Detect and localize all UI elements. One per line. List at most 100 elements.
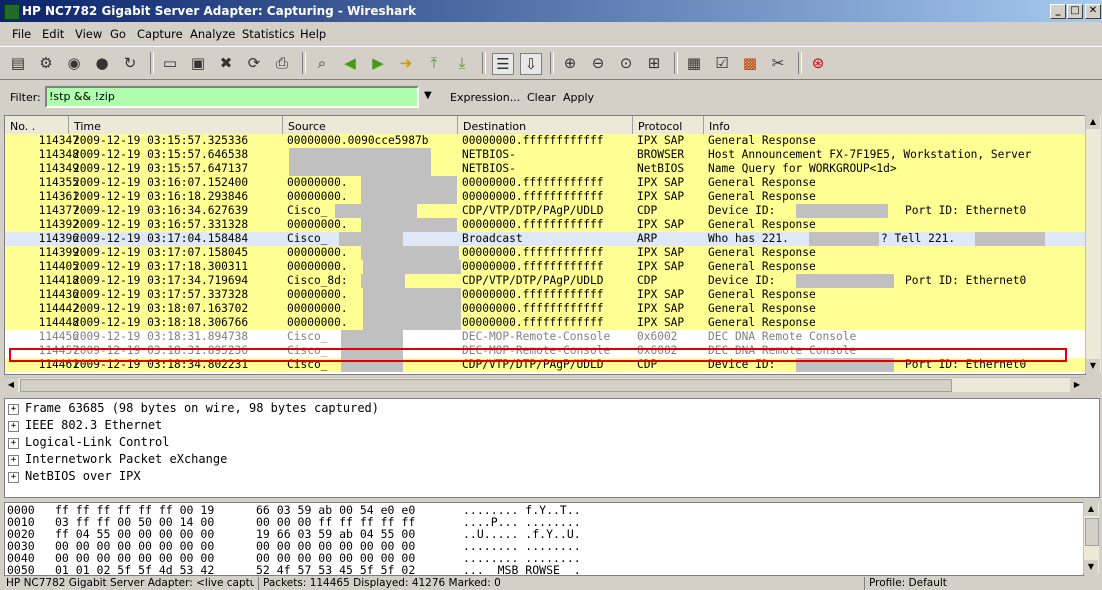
capture-options-icon[interactable]: ⚙ xyxy=(36,53,56,73)
scroll-down-icon[interactable]: ▼ xyxy=(1086,359,1100,373)
menu-go[interactable]: Go xyxy=(110,27,126,41)
restart-capture-icon[interactable]: ↻ xyxy=(120,53,140,73)
go-first-icon[interactable]: ⤒ xyxy=(424,53,444,73)
cell-no: 114418 xyxy=(38,274,79,287)
table-row[interactable]: 114377 2009-12-19 03:16:34.627639 Cisco_ CD… xyxy=(5,204,1085,218)
expand-icon[interactable]: + xyxy=(8,421,19,432)
minimize-button[interactable]: _ xyxy=(1050,4,1066,19)
table-row[interactable]: 114405 2009-12-19 03:17:18.300311 00000000… xyxy=(5,260,1085,274)
zoom-normal-icon[interactable]: ⊙ xyxy=(616,53,636,73)
cell-time: 2009-12-19 03:16:34.627639 xyxy=(73,204,249,217)
save-file-icon[interactable]: ▣ xyxy=(188,53,208,73)
status-profile[interactable]: Profile: Default xyxy=(864,577,1102,590)
expression-button[interactable]: Expression... xyxy=(450,91,520,104)
zoom-out-icon[interactable]: ⊖ xyxy=(588,53,608,73)
go-back-icon[interactable]: ◀ xyxy=(340,53,360,73)
table-row[interactable]: 114399 2009-12-19 03:17:07.158045 00000000… xyxy=(5,246,1085,260)
menu-edit[interactable]: Edit xyxy=(42,27,64,41)
table-row[interactable]: 114456 2009-12-19 03:18:31.894738 Cisco_ DE… xyxy=(5,330,1085,344)
cell-src: 00000000. xyxy=(287,260,348,273)
hscroll-thumb[interactable] xyxy=(20,379,952,392)
expand-icon[interactable]: + xyxy=(8,455,19,466)
maximize-button[interactable]: □ xyxy=(1067,4,1083,19)
close-file-icon[interactable]: ✖ xyxy=(216,53,236,73)
scroll-right-icon[interactable]: ▶ xyxy=(1070,378,1084,392)
packet-list-hscroll[interactable]: ◀ ▶ xyxy=(4,377,1084,392)
redaction-block xyxy=(796,274,894,288)
table-row[interactable]: 114392 2009-12-19 03:16:57.331328 00000000… xyxy=(5,218,1085,232)
redaction-block xyxy=(361,274,405,288)
apply-button[interactable]: Apply xyxy=(563,91,594,104)
detail-frame[interactable]: + Frame 63685 (98 bytes on wire, 98 bytes… xyxy=(8,400,379,417)
cell-info: General Response xyxy=(708,246,816,259)
table-row[interactable]: 114448 2009-12-19 03:18:18.306766 00000000… xyxy=(5,316,1085,330)
menu-statistics[interactable]: Statistics xyxy=(242,27,295,41)
go-last-icon[interactable]: ⤓ xyxy=(452,53,472,73)
cell-proto: IPX SAP xyxy=(637,134,685,147)
expand-icon[interactable]: + xyxy=(8,404,19,415)
find-packet-icon[interactable]: ⌕ xyxy=(312,53,332,73)
scroll-up-icon[interactable]: ▲ xyxy=(1086,115,1100,129)
cell-src: Cisco_ xyxy=(287,232,328,245)
scroll-down-icon[interactable]: ▼ xyxy=(1084,560,1098,574)
cell-proto: BROWSER xyxy=(637,148,685,161)
print-icon[interactable]: ⎙ xyxy=(272,53,292,73)
cell-info: General Response xyxy=(708,260,816,273)
auto-scroll-icon[interactable]: ⇩ xyxy=(520,53,542,75)
help-icon[interactable]: ⊛ xyxy=(808,53,828,73)
cell-info: Name Query for WORKGROUP<1d> xyxy=(708,162,897,175)
colorize-icon[interactable]: ☰ xyxy=(492,53,514,75)
menu-capture[interactable]: Capture xyxy=(137,27,183,41)
stop-capture-icon[interactable]: ● xyxy=(92,53,112,73)
go-to-packet-icon[interactable]: ➜ xyxy=(396,53,416,73)
clear-button[interactable]: Clear xyxy=(527,91,556,104)
table-row[interactable]: 114418 2009-12-19 03:17:34.719694 Cisco_8d… xyxy=(5,274,1085,288)
expand-icon[interactable]: + xyxy=(8,472,19,483)
zoom-in-icon[interactable]: ⊕ xyxy=(560,53,580,73)
reload-icon[interactable]: ⟳ xyxy=(244,53,264,73)
interfaces-icon[interactable]: ▤ xyxy=(8,53,28,73)
detail-ipx[interactable]: + Internetwork Packet eXchange xyxy=(8,451,227,468)
scroll-left-icon[interactable]: ◀ xyxy=(4,378,18,392)
open-file-icon[interactable]: ▭ xyxy=(160,53,180,73)
table-row[interactable]: 114347 2009-12-19 03:15:57.325336 00000000… xyxy=(5,134,1085,148)
menu-file[interactable]: File xyxy=(12,27,31,41)
title-bar: HP NC7782 Gigabit Server Adapter: Captur… xyxy=(0,0,1102,22)
go-forward-icon[interactable]: ▶ xyxy=(368,53,388,73)
table-row[interactable]: 114349 2009-12-19 03:15:57.647137 NETBIOS-… xyxy=(5,162,1085,176)
start-capture-icon[interactable]: ◉ xyxy=(64,53,84,73)
table-row[interactable]: 114396 2009-12-19 03:17:04.158484 Cisco_ Br… xyxy=(5,232,1085,246)
expand-icon[interactable]: + xyxy=(8,438,19,449)
cell-no: 114355 xyxy=(38,176,79,189)
display-filters-icon[interactable]: ☑ xyxy=(712,53,732,73)
cell-time: 2009-12-19 03:16:07.152400 xyxy=(73,176,249,189)
detail-netbios[interactable]: + NetBIOS over IPX xyxy=(8,468,141,485)
hex-scroll-thumb[interactable] xyxy=(1085,518,1099,546)
menu-view[interactable]: View xyxy=(75,27,102,41)
coloring-rules-icon[interactable]: ▩ xyxy=(740,53,760,73)
resize-columns-icon[interactable]: ⊞ xyxy=(644,53,664,73)
toolbar-separator xyxy=(550,52,554,74)
packet-list-vscroll[interactable]: ▲ ▼ xyxy=(1085,115,1101,373)
table-row[interactable]: 114436 2009-12-19 03:17:57.337328 00000000… xyxy=(5,288,1085,302)
hex-vscroll[interactable]: ▲ ▼ xyxy=(1083,502,1099,574)
capture-filters-icon[interactable]: ▦ xyxy=(684,53,704,73)
detail-ethernet[interactable]: + IEEE 802.3 Ethernet xyxy=(8,417,162,434)
cell-proto: ARP xyxy=(637,232,658,245)
menu-analyze[interactable]: Analyze xyxy=(190,27,235,41)
cell-time: 2009-12-19 03:17:18.300311 xyxy=(73,260,249,273)
table-row[interactable]: 114355 2009-12-19 03:16:07.152400 00000000… xyxy=(5,176,1085,190)
filter-input[interactable]: !stp && !zip xyxy=(45,86,419,108)
menu-help[interactable]: Help xyxy=(300,27,326,41)
close-button[interactable]: ✕ xyxy=(1085,4,1101,19)
filter-dropdown-icon[interactable]: ▼ xyxy=(424,90,432,101)
table-row[interactable]: 114361 2009-12-19 03:16:18.293846 00000000… xyxy=(5,190,1085,204)
redaction-block xyxy=(289,148,431,162)
preferences-icon[interactable]: ✂ xyxy=(768,53,788,73)
scroll-up-icon[interactable]: ▲ xyxy=(1084,502,1098,516)
detail-llc[interactable]: + Logical-Link Control xyxy=(8,434,170,451)
filter-label: Filter: xyxy=(10,91,41,104)
table-row[interactable]: 114348 2009-12-19 03:15:57.646538 NETBIOS-… xyxy=(5,148,1085,162)
table-row[interactable]: 114442 2009-12-19 03:18:07.163702 00000000… xyxy=(5,302,1085,316)
hex-line[interactable]: 0050 01 01 02 5f 5f 4d 53 42 52 4f 57 53 4… xyxy=(7,564,1077,575)
